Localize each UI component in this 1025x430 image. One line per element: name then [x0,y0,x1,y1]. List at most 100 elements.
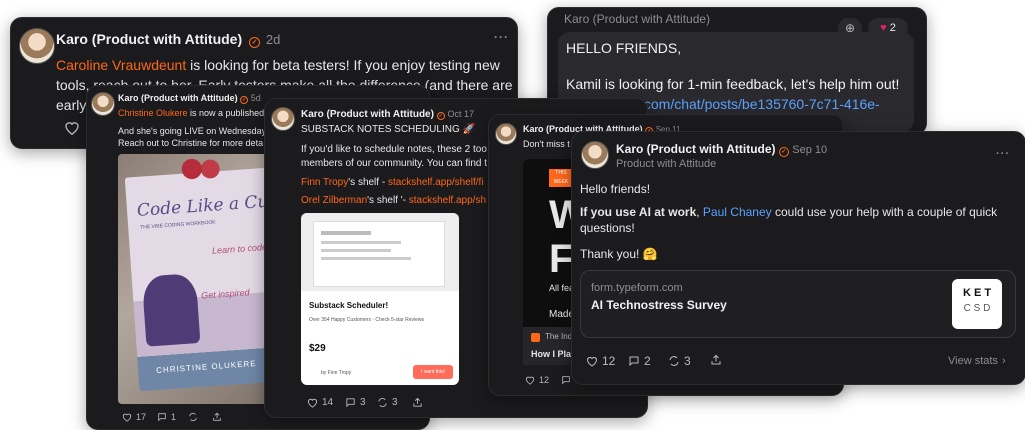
more-menu-icon[interactable]: ··· [494,30,509,44]
book-subtitle: THE VIBE CODING WORKBOOK [140,219,216,231]
comment-button[interactable]: 2 [628,354,651,368]
note-author[interactable]: Karo (Product with Attitude) [56,31,242,47]
note-text-line3: members of our community. You can find t [301,158,488,169]
note-author[interactable]: Karo (Product with Attitude) [564,12,710,26]
link-embed[interactable]: form.typeform.com AI Technostress Survey… [580,270,1016,338]
like-button[interactable]: 14 [307,397,333,408]
share-icon [413,397,422,407]
comment-icon [562,376,570,385]
product-price: $29 [309,343,326,354]
avatar[interactable] [91,92,115,116]
comment-icon [158,413,166,422]
message-line2: Kamil is looking for 1-min feedback, let… [566,76,900,92]
restack-icon [189,412,197,422]
comment-count: 2 [644,354,651,368]
like-count: 14 [322,397,334,408]
note-time[interactable]: 2d [266,32,280,47]
note-text-line2: And she's going LIVE on Wednesday [118,126,267,136]
like-count: 12 [602,354,616,368]
note-time[interactable]: Sep 10 [792,144,827,156]
greeting-text: Hello friends! [580,182,651,196]
seller-name: by Finn Tropy [321,370,352,376]
logo-text-bottom: C S D [963,303,991,314]
book-inspired: Get inspired [200,287,250,301]
shelf-link-finn[interactable]: stackshelf.app/shelf/fi [388,177,484,188]
restack-count: 3 [392,397,398,408]
note-text-line2: If you'd like to schedule notes, these 2… [301,144,487,155]
note-text-line3: early [56,97,87,113]
link-domain: form.typeform.com [591,282,683,294]
heart-icon [65,122,79,135]
mention-orel[interactable]: Orel Zilberman [301,195,367,206]
like-button[interactable]: 12 [525,375,549,385]
mention-link[interactable]: Christine Olukere [118,108,188,118]
more-menu-icon[interactable]: ··· [996,148,1010,160]
message-line1: HELLO FRIENDS, [566,40,682,56]
mention-link[interactable]: Caroline Vrauwdeunt [56,57,186,73]
like-button[interactable]: 12 [586,354,615,368]
comment-button[interactable]: 3 [345,397,366,408]
verified-icon: ✓ [249,37,261,48]
share-button[interactable] [412,397,423,408]
book-learn: Learn to code [211,241,268,256]
restack-count: 3 [684,354,691,368]
link-title: AI Technostress Survey [591,298,727,312]
avatar[interactable] [495,123,517,145]
heart-icon [525,376,535,385]
publication-name[interactable]: Product with Attitude [616,158,716,170]
note-time[interactable]: 5d [251,93,261,103]
comment-button[interactable] [561,375,571,385]
comment-icon [629,356,639,367]
message-link[interactable]: ck.com/chat/posts/be135760-7c71-416e- [626,96,880,112]
promo-tag: THIS WEEK [549,169,573,187]
comment-button[interactable]: 1 [157,412,176,422]
link-title: How I Plan [531,349,577,359]
note-text: is now a published [187,108,265,118]
product-embed[interactable]: Substack Scheduler! Over 354 Happy Custo… [301,213,459,385]
view-stats-link[interactable]: View stats › [948,355,1006,367]
view-stats-label: View stats [948,355,998,367]
avatar[interactable] [271,107,295,131]
avatar[interactable] [19,28,55,64]
verified-icon: ✓ [436,112,445,120]
note-author[interactable]: Karo (Product with Attitude) [118,93,238,103]
product-subtitle: Over 354 Happy Customers · Check 5-star … [309,317,425,323]
share-icon [213,412,221,421]
note-text: is looking for beta testers! If you enjo… [186,57,500,73]
product-title: Substack Scheduler! [309,301,389,310]
like-button[interactable] [64,120,80,140]
note-text-line2: questions! [580,221,635,235]
note-card-ai-survey: Karo (Product with Attitude) ✓ Sep 10 Pr… [571,131,1025,385]
comment-icon [346,398,355,408]
flowers [178,156,224,182]
mention-link[interactable]: Paul Chaney [703,205,772,219]
restack-button[interactable]: 3 [668,354,691,368]
comment-count: 3 [360,397,366,408]
product-screenshot [301,213,459,291]
buy-button[interactable]: I want this! [413,365,453,379]
shelf-link-orel[interactable]: stackshelf.app/sh [409,195,486,206]
chevron-right-icon: › [1001,355,1006,367]
bold-text: If you use AI at work [580,205,697,219]
like-count: 12 [539,375,550,385]
comment-count: 1 [171,412,177,422]
like-button[interactable]: 17 [122,412,146,422]
logo-text-top: K E T [962,287,992,299]
avatar[interactable] [581,141,609,169]
shelf-text: 's shelf '- [367,195,409,206]
book-author: CHRISTINE OLUKERE [155,358,257,375]
share-button[interactable] [212,412,222,422]
heart-icon [122,413,132,422]
share-button[interactable] [710,354,722,366]
note-author[interactable]: Karo (Product with Attitude) [616,142,776,156]
note-text-line1: SUBSTACK NOTES SCHEDULING 🚀 [301,124,475,135]
book-illustration [141,272,201,347]
note-author[interactable]: Karo (Product with Attitude) [301,109,434,120]
heart-icon [586,357,598,367]
note-time[interactable]: Oct 17 [448,109,475,119]
mention-finn[interactable]: Finn Tropy [301,177,348,188]
verified-icon: ✓ [240,96,249,104]
restack-button[interactable] [188,412,198,422]
restack-button[interactable]: 3 [377,397,398,408]
link-source: The Ind [545,332,573,341]
